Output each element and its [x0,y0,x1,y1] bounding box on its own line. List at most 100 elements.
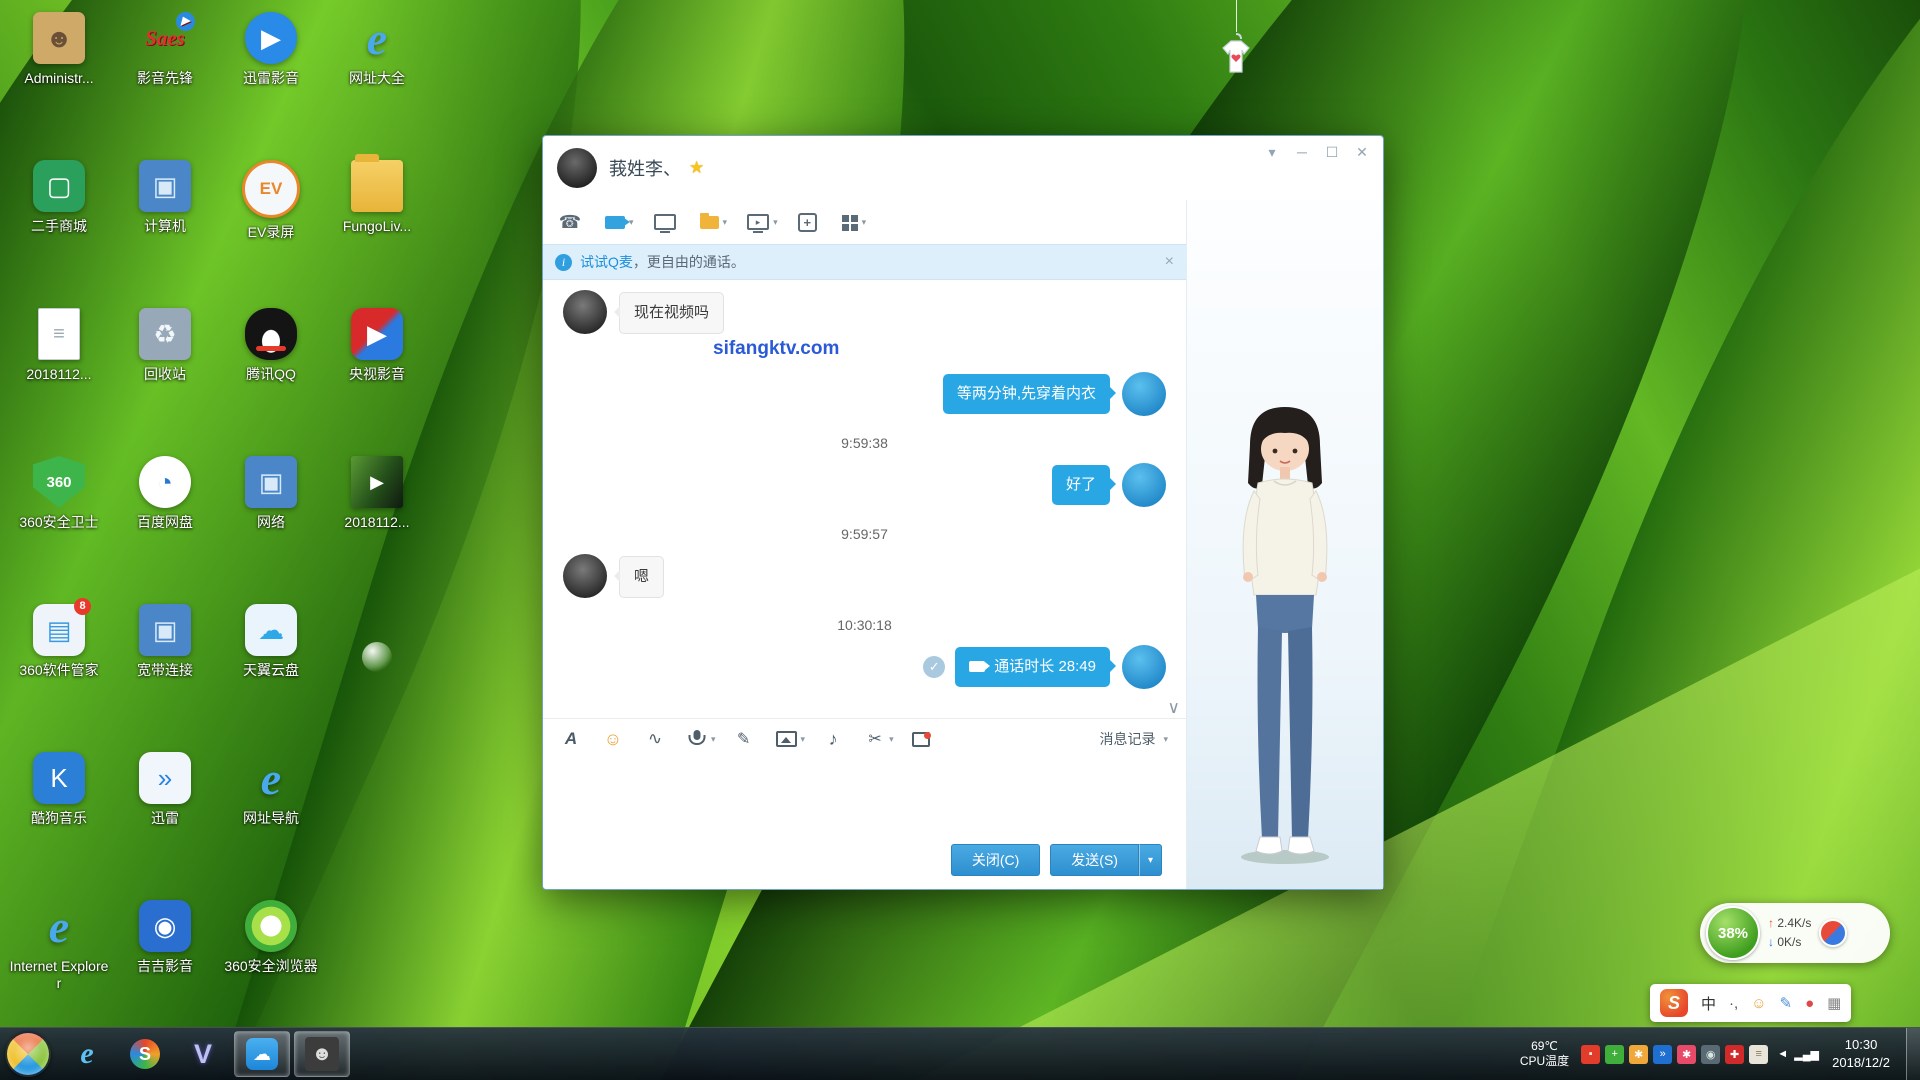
magic-expression[interactable] [645,729,669,749]
remote-desktop[interactable]: ▾ [747,214,778,230]
start-button[interactable] [0,1031,56,1077]
window-titlebar[interactable]: 莪姓李、 ★ ▾ ─ ☐ ✕ [543,136,1383,200]
screenshot[interactable]: ▾ [865,729,894,749]
red-app-tray-icon[interactable]: ▪ [1581,1045,1600,1064]
message-history-button[interactable]: 消息记录 ▾ [1099,729,1168,749]
kugou-music[interactable]: K 酷狗音乐 [6,750,112,898]
taskbar-qq-chat[interactable]: ☻ [294,1031,350,1077]
close-window-button[interactable]: ✕ [1347,140,1377,164]
maximize-button[interactable]: ☐ [1317,140,1347,164]
secondhand-mall[interactable]: ▢ 二手商城 [6,158,112,306]
message-box[interactable] [912,732,934,747]
handwriting-key[interactable]: ✎ [1780,994,1793,1012]
self-avatar[interactable] [1122,463,1166,507]
security-shield-tray-icon[interactable]: ✚ [1725,1045,1744,1064]
sogou-logo-icon[interactable]: S [1660,989,1688,1017]
360-safeguard[interactable]: 360 360安全卫士 [6,454,112,602]
yingyin-xianfeng[interactable]: Saes 影音先锋 [112,10,218,158]
internet-explorer[interactable]: e Internet Explorer [6,898,112,1046]
clipboard-tray-icon[interactable]: ≡ [1749,1045,1768,1064]
minimize-button[interactable]: ─ [1287,140,1317,164]
voice-call[interactable] [559,212,585,232]
jiji-player[interactable]: ◉ 吉吉影音 [112,898,218,1046]
taskbar-tianyi-cloud[interactable]: ☁ [234,1031,290,1077]
taskbar-v-player[interactable]: V [176,1032,230,1076]
window-menu-button[interactable]: ▾ [1257,140,1287,164]
font-style[interactable] [561,729,585,749]
contact-avatar[interactable] [557,148,597,188]
recycle-bin[interactable]: ♻ 回收站 [112,306,218,454]
network[interactable]: ▣ 网络 [218,454,324,602]
peer-avatar[interactable] [563,290,607,334]
voice-input-key[interactable]: ● [1805,995,1814,1012]
cctv-player[interactable]: ▶ 央视影音 [324,306,430,454]
scroll-to-bottom-icon[interactable]: ∨ [1168,698,1180,718]
peer-avatar[interactable] [563,554,607,598]
self-avatar[interactable] [1122,645,1166,689]
tianyi-cloud[interactable]: ☁ 天翼云盘 [218,602,324,750]
send-button[interactable]: 发送(S) [1050,844,1139,876]
punctuation-key[interactable]: ·, [1729,995,1738,1012]
message-bubble: 9:59:57 [841,525,888,544]
camera-tray-icon[interactable]: ◉ [1701,1045,1720,1064]
tencent-qq[interactable]: 腾讯QQ [218,306,324,454]
volume-tray-icon[interactable]: ◄ [1773,1045,1792,1064]
qmai-link[interactable]: 试试Q麦 [580,252,633,272]
send-options-button[interactable]: ▾ [1139,844,1162,876]
xunlei-tray-icon[interactable]: » [1653,1045,1672,1064]
qqshow-panel[interactable] [1186,200,1383,889]
voice-message[interactable]: ▾ [687,729,716,749]
chinese-mode-key[interactable]: 中 [1701,993,1716,1014]
ev-recorder[interactable]: EV EV录屏 [218,158,324,306]
360-software-manager[interactable]: ▤ 360软件管家 [6,602,112,750]
app-box[interactable]: ▾ [841,214,867,231]
video-file[interactable]: ▶ 2018112... [324,454,430,602]
taskbar-clock[interactable]: 10:30 2018/12/2 [1828,1036,1894,1071]
url-navigation[interactable]: e 网址导航 [218,750,324,898]
icon-label: EV录屏 [248,224,295,241]
xunlei-player[interactable]: ▶ 迅雷影音 [218,10,324,158]
computer[interactable]: ▣ 计算机 [112,158,218,306]
emoji-key[interactable]: ☺ [1751,995,1766,1012]
message-row: ✓ 9:59:38 [563,434,1166,453]
close-button[interactable]: 关闭(C) [951,844,1040,876]
pink-flower-tray-icon[interactable]: ✱ [1677,1045,1696,1064]
administrator[interactable]: ☻ Administr... [6,10,112,158]
hanger-string [1236,0,1237,32]
music-share[interactable] [823,729,847,749]
network-speeds: ↑ 2.4K/s ↓ 0K/s [1768,914,1811,951]
icon-glyph: ♻ [153,319,176,350]
360-browser[interactable]: 360安全浏览器 [218,898,324,1046]
qqshow-hanger-widget[interactable] [1212,0,1260,85]
icon-glyph: ▶ [370,472,384,493]
baidu-netdisk[interactable]: ◔ 百度网盘 [112,454,218,602]
360-speed-ball[interactable]: 38% ↑ 2.4K/s ↓ 0K/s [1700,903,1890,963]
pinwheel-tray-icon[interactable]: ✱ [1629,1045,1648,1064]
emoji[interactable] [603,729,627,749]
show-desktop-button[interactable] [1906,1028,1920,1080]
send-file[interactable]: ▾ [700,216,728,229]
sogou-ime-bar[interactable]: S 中 ·, ☺ ✎ ● ▦ [1650,984,1851,1022]
self-avatar[interactable] [1122,372,1166,416]
taskbar-ie[interactable]: e [60,1032,114,1076]
doodle[interactable] [734,729,758,749]
network-tray-icon[interactable]: ▂▄▆ [1797,1045,1816,1064]
screen-share[interactable] [654,214,680,230]
dropdown-caret-icon: ▾ [773,217,778,228]
green-plus-tray-icon[interactable]: + [1605,1045,1624,1064]
url-daquan[interactable]: e 网址大全 [324,10,430,158]
video-call[interactable]: ▾ [605,216,634,229]
xunlei[interactable]: » 迅雷 [112,750,218,898]
doc-file[interactable]: ≡ 2018112... [6,306,112,454]
icon-glyph: ▣ [259,467,284,498]
send-image[interactable]: ▾ [776,731,806,747]
create-discussion[interactable] [798,213,821,232]
broadband-connection[interactable]: ▣ 宽带连接 [112,602,218,750]
fungo-live[interactable]: FungoLiv... [324,158,430,306]
taskbar-sogou-browser[interactable]: S [118,1032,172,1076]
boost-rocket-icon[interactable] [1819,919,1847,947]
banner-close-icon[interactable]: × [1165,253,1174,271]
keyboard-key[interactable]: ▦ [1827,994,1841,1012]
message-input[interactable] [543,759,1186,831]
cpu-temp-display: 69℃ CPU温度 [1520,1039,1569,1069]
